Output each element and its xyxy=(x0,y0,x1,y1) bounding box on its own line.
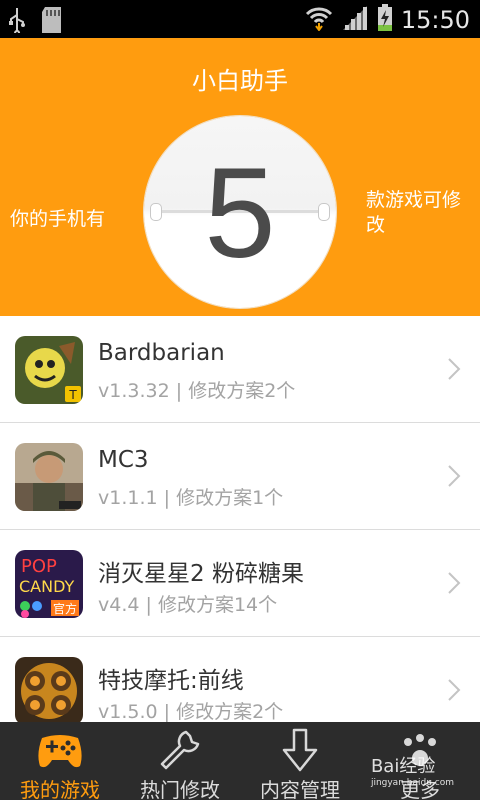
tab-label: 热门修改 xyxy=(140,778,220,802)
svg-text:T: T xyxy=(68,388,77,402)
mc3-game-icon xyxy=(15,443,83,511)
list-item[interactable]: POP CANDY 官方 消灭星星2 粉碎糖果 v4.4 | 修改方案14个 xyxy=(0,530,480,637)
tab-label: 我的游戏 xyxy=(20,778,100,802)
sd-card-icon xyxy=(40,6,64,38)
game-meta: v4.4 | 修改方案14个 xyxy=(98,594,278,616)
summary-header: 小白助手 你的手机有 5 款游戏可修改 xyxy=(0,38,480,316)
battery-charging-icon xyxy=(377,4,393,36)
download-arrow-icon xyxy=(282,728,318,772)
chevron-right-icon xyxy=(448,358,461,380)
tab-content-manage[interactable]: 内容管理 xyxy=(240,722,360,802)
game-count: 5 xyxy=(204,142,276,285)
chevron-right-icon xyxy=(448,572,461,594)
page-title: 小白助手 xyxy=(192,67,288,95)
watermark: Bai经验 jingyan.baidu.com xyxy=(370,756,454,788)
signal-icon xyxy=(341,5,369,35)
bardbarian-game-icon: T xyxy=(15,336,83,404)
tab-label: 内容管理 xyxy=(260,778,340,802)
status-bar: 15:50 xyxy=(0,0,480,38)
trials-game-icon xyxy=(15,657,83,722)
game-meta: v1.5.0 | 修改方案2个 xyxy=(98,701,284,722)
game-name: MC3 xyxy=(98,447,149,473)
game-list: T Bardbarian v1.3.32 | 修改方案2个 MC3 v1.1.1… xyxy=(0,316,480,722)
wifi-icon xyxy=(305,5,333,35)
chevron-right-icon xyxy=(448,465,461,487)
list-item[interactable]: 特技摩托:前线 v1.5.0 | 修改方案2个 xyxy=(0,637,480,722)
usb-icon xyxy=(8,7,26,37)
game-name: 特技摩托:前线 xyxy=(98,668,244,694)
game-count-dial: 5 xyxy=(144,116,336,308)
chevron-right-icon xyxy=(448,679,461,701)
svg-text:POP: POP xyxy=(21,556,57,577)
bottom-nav: 我的游戏 热门修改 内容管理 更多 Bai经验 jingyan.baidu.com xyxy=(0,722,480,802)
list-item[interactable]: T Bardbarian v1.3.32 | 修改方案2个 xyxy=(0,316,480,423)
game-name: Bardbarian xyxy=(98,340,225,366)
gamepad-icon xyxy=(38,735,82,768)
svg-text:官方: 官方 xyxy=(53,601,77,616)
summary-text-right: 款游戏可修改 xyxy=(366,189,462,236)
summary-text-left: 你的手机有 xyxy=(10,208,106,230)
svg-text:CANDY: CANDY xyxy=(19,577,75,596)
tab-my-games[interactable]: 我的游戏 xyxy=(0,722,120,802)
clock: 15:50 xyxy=(400,6,470,34)
game-name: 消灭星星2 粉碎糖果 xyxy=(98,561,304,587)
wrench-icon xyxy=(160,730,200,770)
list-item[interactable]: MC3 v1.1.1 | 修改方案1个 xyxy=(0,423,480,530)
popstar-game-icon: POP CANDY 官方 xyxy=(15,550,83,618)
game-meta: v1.1.1 | 修改方案1个 xyxy=(98,487,284,509)
tab-hot-mods[interactable]: 热门修改 xyxy=(120,722,240,802)
game-meta: v1.3.32 | 修改方案2个 xyxy=(98,380,296,402)
